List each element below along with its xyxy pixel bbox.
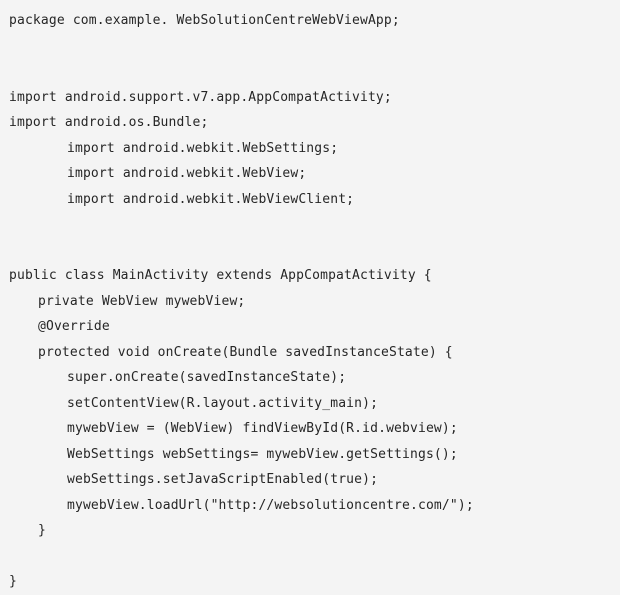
code-line: WebSettings webSettings= mywebView.getSe… (67, 446, 458, 462)
code-line: import android.support.v7.app.AppCompatA… (9, 89, 392, 105)
code-line: import android.webkit.WebSettings; (67, 140, 339, 156)
code-line: import android.webkit.WebView; (67, 166, 307, 181)
code-line: public class MainActivity extends AppCom… (9, 268, 432, 283)
code-line: } (9, 574, 17, 589)
code-line: import android.webkit.WebViewClient; (67, 191, 355, 207)
code-line: @Override (38, 319, 110, 334)
code-line: super.onCreate(savedInstanceState); (67, 370, 347, 385)
code-listing: package com.example. WebSolutionCentreWe… (0, 0, 620, 589)
code-line: } (38, 523, 46, 538)
code-line: mywebView = (WebView) findViewById(R.id.… (67, 421, 458, 436)
code-line: private WebView mywebView; (38, 293, 246, 309)
code-line: import android.os.Bundle; (9, 115, 209, 130)
code-line: webSettings.setJavaScriptEnabled(true); (67, 472, 379, 487)
code-line: package com.example. WebSolutionCentreWe… (9, 13, 400, 28)
code-line: mywebView.loadUrl("http://websolutioncen… (67, 497, 474, 513)
code-line: setContentView(R.layout.activity_main); (67, 395, 379, 411)
code-line: protected void onCreate(Bundle savedInst… (38, 344, 453, 360)
